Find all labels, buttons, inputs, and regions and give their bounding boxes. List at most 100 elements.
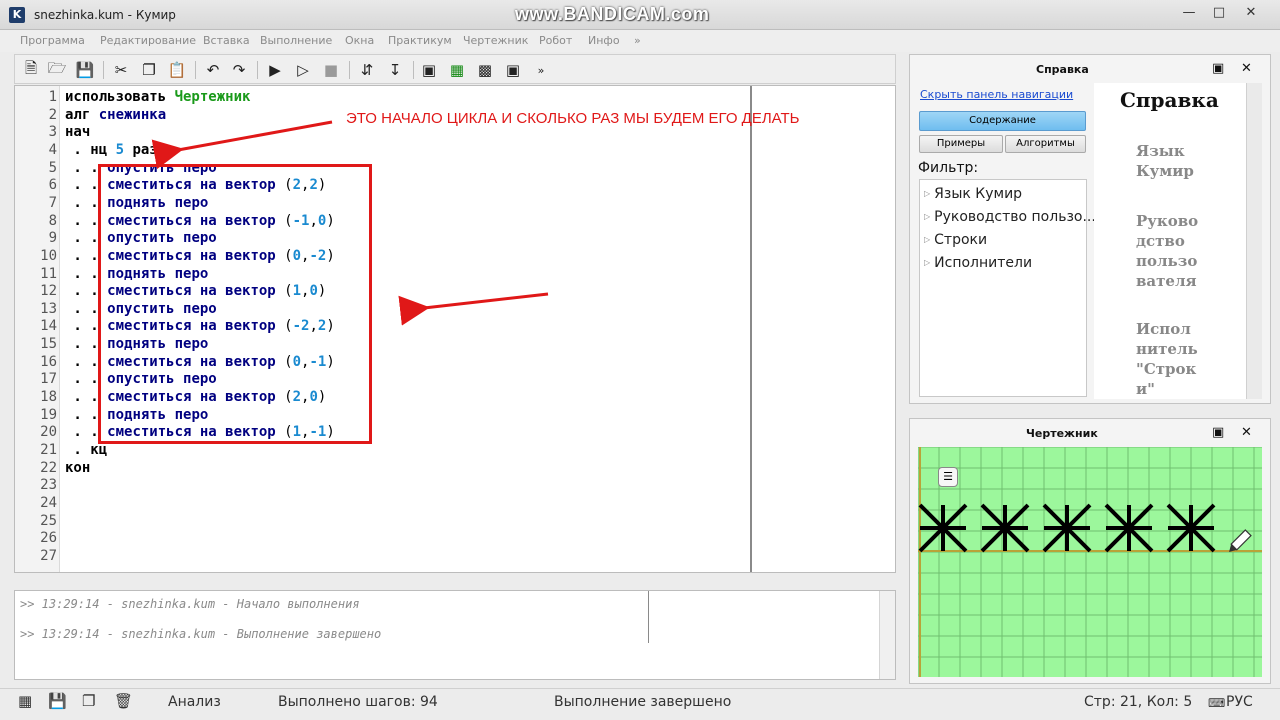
code-editor[interactable]: 1 2 3 4 5 6 7 8 9 10 11 12 13 14 15 16 17 18 19 20 21 22 23 24 2… (14, 85, 896, 573)
code-line[interactable]: . . сместиться на вектор (2,0) (65, 389, 326, 405)
tab-algorithms[interactable]: Алгоритмы (1005, 135, 1086, 153)
redo-icon[interactable]: ↷ (229, 60, 249, 80)
drawer-canvas[interactable] (918, 447, 1262, 677)
code-line[interactable]: . . сместиться на вектор (-1,0) (65, 213, 334, 229)
clear-console-icon[interactable]: 🗑 (114, 692, 133, 710)
expand-triangle-icon[interactable]: ▷ (924, 258, 930, 267)
picture-icon[interactable]: ▣ (503, 60, 523, 80)
code-line[interactable]: . . поднять перо (65, 266, 208, 282)
expand-triangle-icon[interactable]: ▷ (924, 235, 930, 244)
help-link-strings-executor[interactable]: Испол нитель "Строк и" (1136, 319, 1198, 399)
run-icon[interactable]: ▶ (265, 60, 285, 80)
code-line[interactable]: использовать Чертежник (65, 89, 250, 105)
code-line[interactable]: . . опустить перо (65, 371, 216, 387)
help-scrollbar[interactable] (1246, 83, 1262, 399)
console-scrollbar[interactable] (879, 591, 895, 679)
copy-icon[interactable]: ❐ (139, 60, 159, 80)
line-number: 14 (40, 318, 57, 335)
line-number: 8 (48, 212, 57, 229)
code-line[interactable]: . . сместиться на вектор (-2,2) (65, 318, 334, 334)
menu-edit[interactable]: Редактирование (100, 34, 196, 47)
console-icon[interactable]: ▦ (18, 692, 32, 710)
undo-icon[interactable]: ↶ (203, 60, 223, 80)
line-number: 20 (40, 424, 57, 441)
open-folder-icon[interactable]: 🗁 (47, 59, 67, 80)
line-number: 21 (40, 442, 57, 458)
snowflake (980, 503, 1030, 553)
code-line[interactable]: . . сместиться на вектор (1,-1) (65, 424, 334, 440)
code-line[interactable]: нач (65, 124, 90, 140)
expand-triangle-icon[interactable]: ▷ (924, 189, 930, 198)
line-number: 5 (48, 159, 57, 176)
tab-examples[interactable]: Примеры (919, 135, 1003, 153)
robot-field-icon[interactable]: ▩ (475, 60, 495, 80)
line-number: 19 (40, 406, 57, 423)
step-over-icon[interactable]: ⇵ (357, 60, 377, 80)
step-run-icon[interactable]: ▷ (293, 60, 313, 80)
code-line[interactable]: . . опустить перо (65, 301, 216, 317)
maximize-button[interactable]: □ (1206, 4, 1232, 22)
code-line[interactable]: . . поднять перо (65, 195, 208, 211)
canvas-menu-button[interactable]: ☰ (938, 467, 958, 487)
copy-console-icon[interactable]: ❐ (82, 692, 95, 710)
menu-overflow[interactable]: » (634, 34, 641, 47)
help-link-language[interactable]: Язык Кумир (1136, 141, 1194, 181)
menu-robot[interactable]: Робот (539, 34, 572, 47)
menu-info[interactable]: Инфо (588, 34, 620, 47)
menu-windows[interactable]: Окна (345, 34, 374, 47)
save-console-icon[interactable]: 💾 (48, 692, 67, 710)
line-number: 2 (48, 106, 57, 123)
close-icon[interactable]: ✕ (1241, 425, 1252, 440)
new-file-icon[interactable]: 🗎 (21, 59, 41, 80)
line-number: 12 (40, 283, 57, 300)
stop-icon[interactable]: ■ (321, 60, 341, 80)
status-mode: Анализ (168, 694, 221, 710)
help-content: Справка Язык Кумир Руково дство пользо в… (1094, 83, 1246, 399)
code-line[interactable]: алг снежинка (65, 107, 166, 123)
line-number: 10 (40, 247, 57, 264)
tree-item-executors[interactable]: ▷ Исполнители (924, 255, 1032, 271)
expand-triangle-icon[interactable]: ▷ (924, 212, 930, 221)
code-line[interactable]: . . опустить перо (65, 160, 216, 176)
code-line[interactable]: . . сместиться на вектор (2,2) (65, 177, 326, 193)
tree-item-user-guide[interactable]: ▷ Руководство пользо... (924, 209, 1096, 225)
menu-practicum[interactable]: Практикум (388, 34, 452, 47)
code-line[interactable]: . . поднять перо (65, 336, 208, 352)
status-bar: ▦ 💾 ❐ 🗑 Анализ Выполнено шагов: 94 Выпол… (0, 688, 1280, 720)
tree-item-strings[interactable]: ▷ Строки (924, 232, 987, 248)
code-line[interactable]: . . сместиться на вектор (1,0) (65, 283, 326, 299)
menu-run[interactable]: Выполнение (260, 34, 332, 47)
snowflake (1104, 503, 1154, 553)
drawer-window-icon[interactable]: ▦ (447, 60, 467, 80)
code-line[interactable]: . . сместиться на вектор (0,-1) (65, 354, 334, 370)
code-line[interactable]: . . поднять перо (65, 407, 208, 423)
code-line[interactable]: . . сместиться на вектор (0,-2) (65, 248, 334, 264)
code-line[interactable]: . кц (65, 442, 107, 458)
title-bar: K snezhinka.kum - Кумир www.BANDICAM.com… (0, 0, 1280, 30)
close-icon[interactable]: ✕ (1241, 61, 1252, 76)
undock-icon[interactable]: ▣ (1212, 425, 1224, 440)
counter-icon[interactable]: ▣ (419, 60, 439, 80)
toolbar-overflow[interactable]: » (531, 60, 551, 80)
paste-icon[interactable]: 📋 (167, 60, 187, 80)
tree-item-language[interactable]: ▷ Язык Кумир (924, 186, 1022, 202)
undock-icon[interactable]: ▣ (1212, 61, 1224, 76)
code-line[interactable]: . нц 5 раз (65, 142, 157, 158)
menu-program[interactable]: Программа (20, 34, 85, 47)
help-link-user-guide[interactable]: Руково дство пользо вателя (1136, 211, 1198, 291)
close-window-button[interactable]: ✕ (1238, 4, 1264, 22)
line-number: 26 (40, 530, 57, 547)
status-steps: Выполнено шагов: 94 (278, 694, 438, 710)
tab-contents[interactable]: Содержание (919, 111, 1086, 131)
snowflake (1166, 503, 1216, 553)
save-icon[interactable]: 💾 (75, 60, 95, 80)
help-panel-title: Справка (1036, 63, 1089, 76)
minimize-button[interactable]: — (1176, 4, 1202, 22)
step-into-icon[interactable]: ↧ (385, 60, 405, 80)
menu-insert[interactable]: Вставка (203, 34, 250, 47)
code-line[interactable]: . . опустить перо (65, 230, 216, 246)
menu-drawer[interactable]: Чертежник (463, 34, 528, 47)
hide-navigation-link[interactable]: Скрыть панель навигации (920, 88, 1073, 101)
cut-icon[interactable]: ✂ (111, 60, 131, 80)
code-line[interactable]: кон (65, 460, 90, 476)
